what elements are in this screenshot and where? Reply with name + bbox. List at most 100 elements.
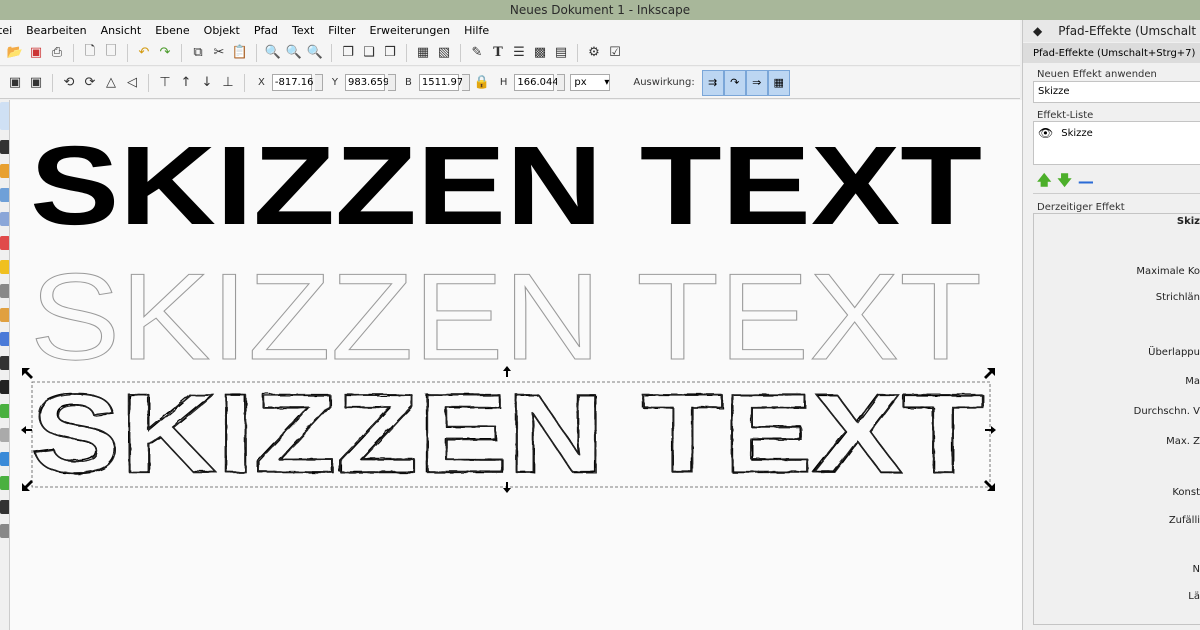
redo-icon[interactable]: ↷ (156, 44, 174, 62)
rect-tool-icon[interactable] (0, 188, 9, 202)
flip-horizontal-icon[interactable]: △ (102, 74, 120, 92)
width-label: B (404, 77, 412, 88)
eye-icon[interactable]: 👁 (1038, 126, 1053, 140)
node-tool-icon[interactable] (0, 140, 9, 154)
export-icon[interactable]: 🗌 (102, 44, 120, 62)
new-effect-value: Skizze (1038, 86, 1070, 97)
height-spinner[interactable] (557, 74, 566, 91)
unit-value: px (574, 77, 587, 88)
handle-top-right[interactable] (984, 368, 995, 379)
menu-view[interactable]: Ansicht (101, 24, 142, 37)
group-icon[interactable]: ▦ (414, 44, 432, 62)
dropper-tool-icon[interactable] (0, 500, 9, 514)
undo-icon[interactable]: ↶ (135, 44, 153, 62)
gradient-tool-icon[interactable] (0, 476, 9, 490)
menu-filter[interactable]: Filter (328, 24, 355, 37)
handle-bottom-right[interactable] (984, 480, 995, 491)
x-field[interactable]: -817.16 (271, 74, 313, 91)
width-field[interactable]: 1511.97 (418, 74, 463, 91)
objects-icon[interactable]: ▩ (531, 44, 549, 62)
open-icon[interactable]: 📂 (6, 44, 24, 62)
star-tool-icon[interactable] (0, 260, 9, 274)
drawing-canvas[interactable]: SKIZZEN TEXT SKIZZEN TEXT SKIZZEN TEXT S… (10, 100, 1022, 630)
select-all-layers-icon[interactable]: ▣ (27, 74, 45, 92)
minus-icon[interactable]: — (1078, 172, 1094, 191)
scale-corners-button[interactable]: ↷ (723, 69, 746, 96)
3dbox-tool-icon[interactable] (0, 212, 9, 226)
new-effect-select[interactable]: Skizze (1033, 81, 1200, 103)
tweak-tool-icon[interactable] (0, 164, 9, 178)
menu-text[interactable]: Text (292, 24, 314, 37)
spray-tool-icon[interactable] (0, 404, 9, 418)
fill-stroke-icon[interactable]: ✎ (468, 44, 486, 62)
ellipse-tool-icon[interactable] (0, 236, 9, 250)
x-spinner[interactable] (314, 74, 323, 91)
eraser-tool-icon[interactable] (0, 428, 9, 442)
align-icon[interactable]: ▤ (552, 44, 570, 62)
import-icon[interactable]: 🗋 (81, 44, 99, 62)
sketch-text-layer-3: SKIZZEN TEXT (31, 371, 984, 496)
selector-tool-icon[interactable] (0, 102, 9, 130)
clone-icon[interactable]: ❐ (339, 44, 357, 62)
menu-extensions[interactable]: Erweiterungen (370, 24, 451, 37)
width-spinner[interactable] (461, 74, 470, 91)
command-toolbar: 📂 ▣ ⎙ 🗋 🗌 ↶ ↷ ⧉ ✂ 📋 🔍 🔍 🔍 ❐ ❑ ❒ ▦ ▧ ✎ T … (0, 40, 1020, 66)
pencil-tool-icon[interactable] (0, 308, 9, 322)
lock-icon[interactable]: 🔒 (473, 74, 491, 92)
flip-vertical-icon[interactable]: ◁ (123, 74, 141, 92)
zoom-drawing-icon[interactable]: 🔍 (285, 44, 303, 62)
effect-list-item[interactable]: 👁 Skizze (1034, 122, 1200, 144)
outline-text[interactable]: SKIZZEN TEXT (30, 249, 983, 387)
connector-tool-icon[interactable] (0, 524, 9, 538)
raise-icon[interactable]: ↑ (177, 74, 195, 92)
rotate-cw-icon[interactable]: ⟳ (81, 74, 99, 92)
pen-tool-icon[interactable] (0, 332, 9, 346)
zoom-page-icon[interactable]: 🔍 (306, 44, 324, 62)
save-icon[interactable]: ▣ (27, 44, 45, 62)
xml-editor-icon[interactable]: ☰ (510, 44, 528, 62)
select-all-icon[interactable]: ▣ (6, 74, 24, 92)
menu-bar: tei Bearbeiten Ansicht Ebene Objekt Pfad… (0, 20, 1020, 40)
menu-file[interactable]: tei (0, 24, 12, 37)
move-gradients-button[interactable]: ⇒ (745, 69, 768, 96)
cut-icon[interactable]: ✂ (210, 44, 228, 62)
effect-list-controls: 🡅 🡇 — (1033, 170, 1200, 194)
text-tool-icon[interactable] (0, 380, 9, 394)
arrow-up-icon[interactable]: 🡅 (1037, 170, 1051, 194)
menu-help[interactable]: Hilfe (464, 24, 489, 37)
select-original-icon[interactable]: ❒ (381, 44, 399, 62)
zoom-selection-icon[interactable]: 🔍 (264, 44, 282, 62)
spiral-tool-icon[interactable] (0, 284, 9, 298)
handle-right[interactable] (985, 426, 996, 434)
duplicate-icon[interactable]: ⧉ (189, 44, 207, 62)
menu-object[interactable]: Objekt (204, 24, 240, 37)
unlink-clone-icon[interactable]: ❑ (360, 44, 378, 62)
param-0: Maximale Ko (1136, 266, 1200, 277)
rotate-ccw-icon[interactable]: ⟲ (60, 74, 78, 92)
ungroup-icon[interactable]: ▧ (435, 44, 453, 62)
height-field[interactable]: 166.044 (514, 74, 559, 91)
scale-stroke-button[interactable]: ⇉ (701, 69, 724, 96)
document-properties-icon[interactable]: ⚙ (585, 44, 603, 62)
param-9: Lä (1188, 591, 1200, 602)
calligraphy-tool-icon[interactable] (0, 356, 9, 370)
solid-text[interactable]: SKIZZEN TEXT (30, 123, 982, 248)
move-patterns-button[interactable]: ▦ (767, 69, 790, 96)
text-font-icon[interactable]: T (489, 44, 507, 62)
preferences-icon[interactable]: ☑ (606, 44, 624, 62)
sketch-text-group[interactable]: SKIZZEN TEXT SKIZZEN TEXT SKIZZEN TEXT (30, 370, 984, 496)
paste-icon[interactable]: 📋 (231, 44, 249, 62)
arrow-down-icon[interactable]: 🡇 (1057, 170, 1071, 194)
bucket-tool-icon[interactable] (0, 452, 9, 466)
print-icon[interactable]: ⎙ (48, 44, 66, 62)
menu-edit[interactable]: Bearbeiten (26, 24, 86, 37)
lower-to-bottom-icon[interactable]: ⊥ (219, 74, 237, 92)
menu-path[interactable]: Pfad (254, 24, 278, 37)
canvas-svg: SKIZZEN TEXT SKIZZEN TEXT SKIZZEN TEXT S… (21, 123, 996, 497)
menu-layer[interactable]: Ebene (155, 24, 189, 37)
raise-to-top-icon[interactable]: ⊤ (156, 74, 174, 92)
y-field[interactable]: 983.659 (344, 74, 389, 91)
unit-select[interactable]: px ▾ (570, 74, 611, 91)
lower-icon[interactable]: ↓ (198, 74, 216, 92)
y-spinner[interactable] (387, 74, 396, 91)
